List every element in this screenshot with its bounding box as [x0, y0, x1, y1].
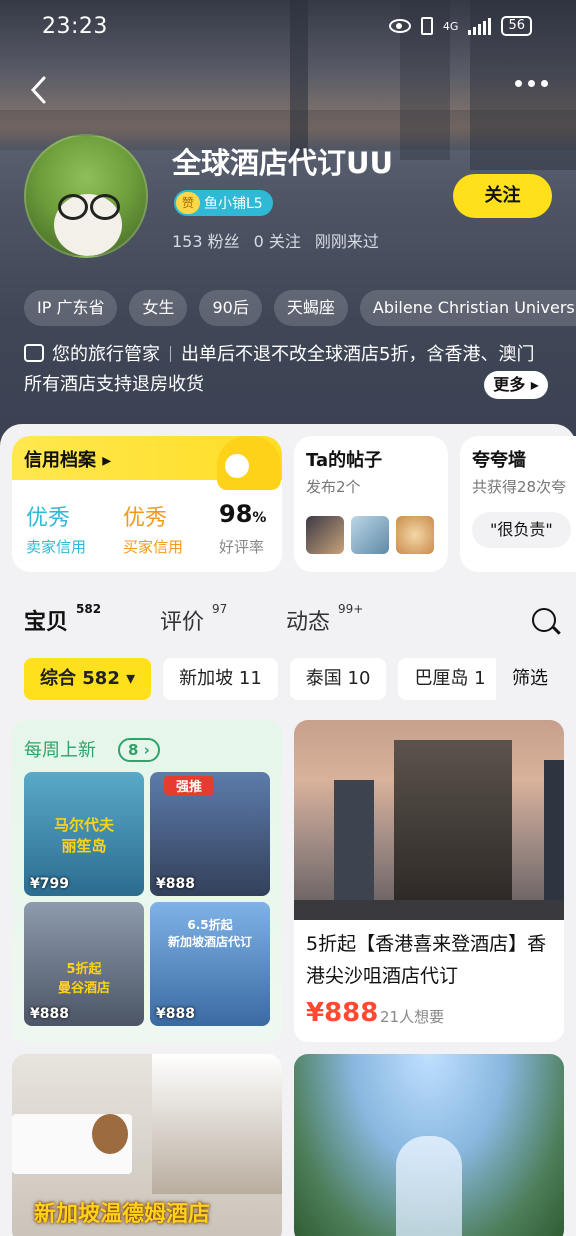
- network-label: 4G: [442, 19, 459, 33]
- follow-button[interactable]: 关注: [453, 174, 552, 218]
- weekly-item-caption: 强推: [164, 776, 214, 795]
- profile-tags: IP 广东省 女生 90后 天蝎座 Abilene Christian Univ…: [24, 290, 576, 326]
- weekly-item-caption: 马尔代夫 丽笙岛: [53, 816, 114, 855]
- product-price: ¥888: [306, 998, 379, 1028]
- avatar[interactable]: [24, 134, 148, 258]
- content-tabs: 宝贝 582 评价 97 动态 99+: [24, 602, 363, 644]
- status-time: 23:23: [42, 14, 108, 39]
- seller-credit-label: 卖家信用: [26, 538, 87, 556]
- weekly-item[interactable]: 6.5折起 新加坡酒店代订 ¥888: [150, 902, 270, 1026]
- level-badge[interactable]: 赞 鱼小铺L5: [174, 190, 273, 216]
- posts-subtitle: 发布2个: [306, 478, 361, 496]
- last-seen: 刚刚来过: [314, 232, 379, 251]
- tab-moments[interactable]: 动态 99+: [286, 602, 363, 636]
- tag-age: 90后: [199, 290, 262, 326]
- weekly-item-price: ¥799: [30, 876, 69, 892]
- seller-credit-value: 优秀: [26, 506, 71, 531]
- weekly-item[interactable]: 马尔代夫 丽笙岛 ¥799: [24, 772, 144, 896]
- rating-value: 98%: [219, 500, 267, 528]
- weekly-item[interactable]: 5折起 曼谷酒店 ¥888: [24, 902, 144, 1026]
- credit-title: 信用档案 ▸: [24, 450, 112, 471]
- post-thumbnail[interactable]: [306, 516, 344, 554]
- level-badge-label: 鱼小铺L5: [204, 196, 263, 212]
- product-image: [294, 720, 564, 920]
- praise-subtitle: 共获得28次夸: [472, 478, 567, 496]
- signal-icon: [468, 17, 492, 35]
- eye-icon: [388, 19, 411, 33]
- shop-icon: [24, 344, 44, 362]
- praise-quote: "很负责": [472, 512, 571, 548]
- filter-chips: 综合 582 ▾ 新加坡 11 泰国 10 巴厘岛 1: [24, 658, 502, 700]
- weekly-item-caption: 5折起 曼谷酒店: [57, 962, 110, 996]
- chip-all[interactable]: 综合 582 ▾: [24, 658, 152, 700]
- product-card[interactable]: [294, 1054, 564, 1236]
- product-wants: 21人想要: [380, 1008, 445, 1026]
- filter-button[interactable]: 筛选: [496, 658, 576, 700]
- posts-card[interactable]: Ta的帖子 发布2个: [294, 436, 448, 572]
- shop-name: 全球酒店代订UU: [172, 146, 394, 180]
- chip-bali[interactable]: 巴厘岛 1: [398, 658, 502, 700]
- product-title: 5折起【香港喜来登酒店】香港尖沙咀酒店代订: [306, 933, 547, 987]
- search-icon[interactable]: [532, 608, 556, 632]
- buyer-credit-value: 优秀: [123, 506, 168, 531]
- status-bar: 23:23 4G 56: [0, 12, 576, 46]
- posts-title: Ta的帖子: [306, 450, 383, 471]
- fans-count[interactable]: 153 粉丝: [172, 228, 240, 252]
- mascot-icon: [217, 436, 281, 490]
- weekly-count[interactable]: 8 ›: [118, 738, 160, 762]
- tab-items[interactable]: 宝贝 582: [24, 602, 101, 644]
- profile-bio: 您的旅行管家 出单后不退不改全球酒店5折，含香港、澳门所有酒店支持退房收货: [24, 340, 544, 400]
- weekly-item-price: ¥888: [30, 1006, 69, 1022]
- buyer-credit-label: 买家信用: [123, 538, 184, 556]
- chip-thailand[interactable]: 泰国 10: [289, 658, 387, 700]
- weekly-title: 每周上新: [24, 740, 96, 761]
- back-arrow-icon[interactable]: [28, 74, 56, 106]
- tag-zodiac: 天蝎座: [273, 290, 348, 326]
- more-bio-button[interactable]: 更多 ▸: [484, 371, 548, 399]
- weekly-item-price: ¥888: [156, 1006, 195, 1022]
- weekly-item[interactable]: 强推 ¥888: [150, 772, 270, 896]
- product-card[interactable]: 5折起【香港喜来登酒店】香港尖沙咀酒店代订 ¥888 21人想要: [294, 720, 564, 1042]
- chip-singapore[interactable]: 新加坡 11: [163, 658, 278, 700]
- tag-ip: IP 广东省: [24, 290, 118, 326]
- profile-page: 23:23 4G 56 全球酒店代订UU 赞 鱼小铺L5 153 粉丝 0 关注…: [0, 0, 576, 1236]
- weekly-item-caption: 6.5折起 新加坡酒店代订: [167, 918, 252, 949]
- post-thumbnail[interactable]: [351, 516, 389, 554]
- bio-label: 您的旅行管家: [52, 344, 160, 365]
- more-options-icon[interactable]: [515, 80, 548, 87]
- praise-title: 夸夸墙: [472, 450, 526, 471]
- post-thumbnail[interactable]: [396, 516, 434, 554]
- product-image: [396, 1136, 462, 1236]
- rating-label: 好评率: [219, 538, 265, 556]
- tag-school: Abilene Christian University: [359, 290, 576, 326]
- profile-stats: 153 粉丝 0 关注 刚刚来过: [172, 228, 379, 252]
- weekly-new-card[interactable]: 每周上新 8 › 马尔代夫 丽笙岛 ¥799 强推 ¥888 5折起 曼谷酒店 …: [12, 720, 282, 1042]
- vibrate-icon: [420, 17, 433, 35]
- battery-indicator: 56: [501, 16, 532, 36]
- product-image-caption: 新加坡温德姆酒店: [34, 1202, 211, 1227]
- tag-gender: 女生: [129, 290, 188, 326]
- product-card[interactable]: 新加坡温德姆酒店: [12, 1054, 282, 1236]
- following-count[interactable]: 0 关注: [254, 228, 301, 252]
- weekly-item-price: ¥888: [156, 876, 195, 892]
- coin-icon: 赞: [176, 192, 200, 214]
- credit-card[interactable]: 信用档案 ▸ 优秀 卖家信用 优秀 买家信用 98% 好评率: [12, 436, 282, 572]
- praise-wall-card[interactable]: 夸夸墙 共获得28次夸 "很负责": [460, 436, 576, 572]
- tab-reviews[interactable]: 评价 97: [160, 602, 227, 636]
